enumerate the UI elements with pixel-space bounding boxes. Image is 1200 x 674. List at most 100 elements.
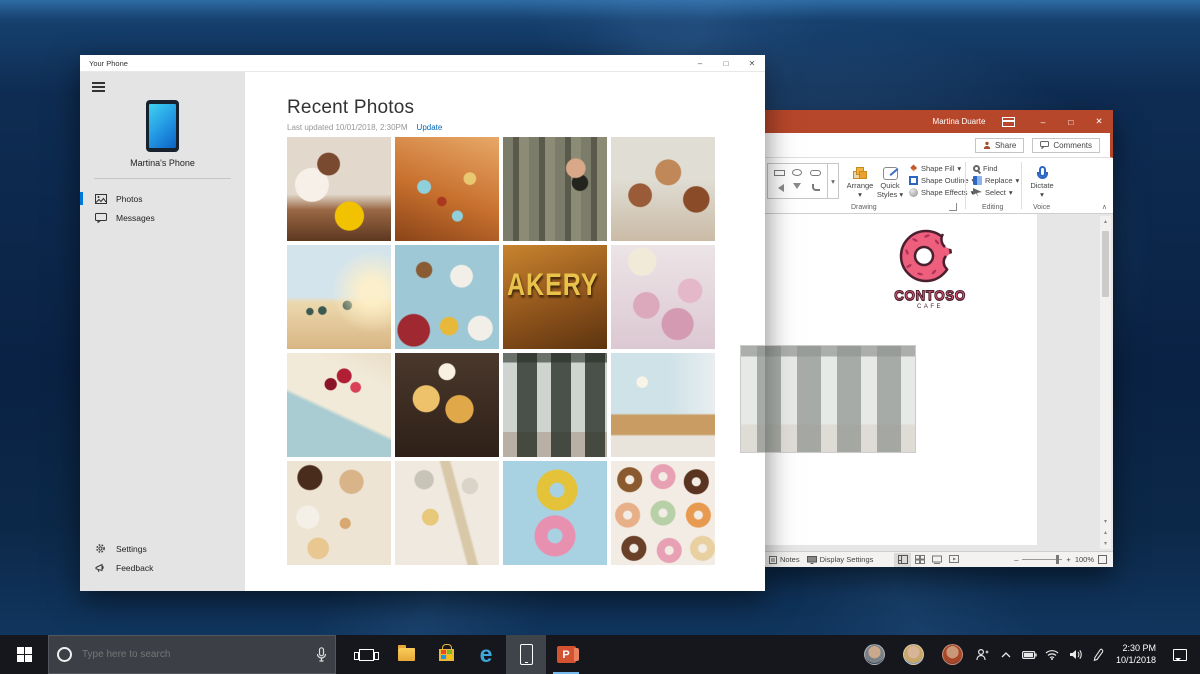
notes-button[interactable]: Notes [769, 555, 800, 564]
slideshow-view-button[interactable] [945, 553, 962, 567]
select-icon [973, 188, 982, 197]
hamburger-menu-icon[interactable] [92, 82, 105, 94]
ppt-vertical-scrollbar[interactable]: ▴ ▾ ▴ ▾ [1100, 216, 1111, 549]
drawing-dialog-launcher[interactable] [949, 203, 957, 211]
display-settings-button[interactable]: Display Settings [807, 555, 874, 564]
sidebar-item-photos[interactable]: Photos [80, 189, 245, 208]
task-view-button[interactable] [346, 635, 386, 674]
sidebar-item-settings[interactable]: Settings [80, 539, 245, 558]
contoso-cafe-logo[interactable]: CONTOSO CAFE [893, 226, 967, 310]
microphone-icon[interactable] [316, 647, 327, 662]
file-explorer-button[interactable] [386, 635, 426, 674]
photo-bulldog-with-yellow-ball[interactable] [287, 137, 391, 241]
photo-two-donuts-on-blue[interactable] [503, 461, 607, 565]
zoom-slider[interactable] [1022, 559, 1062, 560]
your-phone-window: Your Phone – □ ✕ Martina's Phone Photos [80, 55, 765, 591]
arrange-icon [853, 167, 867, 180]
photo-cafe-storefront[interactable] [503, 353, 607, 457]
powerpoint-taskbar-button[interactable]: P [546, 635, 586, 674]
rectangle-shape-icon[interactable] [774, 170, 785, 176]
comment-bubble-icon [1040, 141, 1049, 149]
zoom-in-button[interactable]: + [1066, 555, 1070, 564]
update-link[interactable]: Update [417, 123, 443, 132]
people-bar-avatar-3[interactable] [942, 644, 963, 665]
normal-view-button[interactable] [894, 553, 911, 567]
volume-icon[interactable] [1064, 635, 1087, 674]
left-arrow-shape-icon[interactable] [774, 184, 784, 192]
edge-button[interactable]: e [466, 635, 506, 674]
start-button[interactable] [0, 635, 48, 674]
photo-caramel-cupcakes[interactable] [395, 353, 499, 457]
oval-shape-icon[interactable] [792, 169, 802, 176]
people-bar-avatar-1[interactable] [864, 644, 885, 665]
scroll-up-icon[interactable]: ▴ [1104, 216, 1107, 227]
editing-group-label: Editing [982, 204, 1003, 211]
powerpoint-window-title: Martina Duarte [933, 117, 986, 126]
ppt-close-button[interactable]: ✕ [1085, 110, 1113, 133]
arrange-button[interactable]: Arrange ▾ [845, 163, 875, 199]
photo-eggs-and-baking-bowls[interactable] [287, 461, 391, 565]
shapes-gallery[interactable]: ▾ [767, 163, 839, 199]
dictate-button[interactable]: Dictate ▾ [1025, 163, 1059, 199]
photo-cafe-interior[interactable] [611, 353, 715, 457]
photo-family-on-beach[interactable] [287, 245, 391, 349]
find-button[interactable]: Find [973, 164, 1019, 173]
taskbar-clock[interactable]: 2:30 PM 10/1/2018 [1116, 643, 1156, 666]
replace-button[interactable]: Replace▾ [973, 176, 1019, 185]
reading-view-button[interactable] [928, 553, 945, 567]
photo-mother-with-two-children[interactable] [611, 137, 715, 241]
search-input[interactable] [72, 649, 316, 660]
photo-bakery-sign-letters[interactable]: AKERY [503, 245, 607, 349]
ppt-maximize-button[interactable]: □ [1057, 110, 1085, 133]
rounded-rectangle-shape-icon[interactable] [810, 170, 821, 176]
photo-wildflowers-at-sunset[interactable] [395, 137, 499, 241]
windows-ink-pen-icon[interactable] [1087, 635, 1110, 674]
powerpoint-titlebar[interactable]: Martina Duarte – □ ✕ [763, 110, 1113, 133]
people-button[interactable] [972, 635, 995, 674]
taskbar-search[interactable] [48, 635, 336, 674]
wifi-icon[interactable] [1041, 635, 1064, 674]
photo-assorted-donuts[interactable] [611, 461, 715, 565]
scroll-down-icon[interactable]: ▾ [1104, 516, 1107, 527]
photo-pink-meringues-with-coffee[interactable] [611, 245, 715, 349]
elbow-shape-icon[interactable] [812, 184, 820, 191]
sidebar-item-messages[interactable]: Messages [80, 208, 245, 227]
normal-view-icon [898, 555, 908, 564]
yp-maximize-button[interactable]: □ [713, 55, 739, 71]
collapse-ribbon-button[interactable]: ∧ [1102, 203, 1107, 211]
slide-sorter-view-button[interactable] [911, 553, 928, 567]
dragged-photo-ghost[interactable] [740, 345, 916, 453]
people-bar-avatar-2[interactable] [903, 644, 924, 665]
photo-baking-utensils-flour[interactable] [395, 461, 499, 565]
microsoft-store-button[interactable] [426, 635, 466, 674]
previous-slide-icon[interactable]: ▴ [1104, 527, 1107, 538]
powerpoint-icon: P [557, 646, 576, 663]
quick-styles-button[interactable]: Quick Styles ▾ [875, 163, 905, 199]
zoom-out-button[interactable]: – [1014, 555, 1018, 564]
your-phone-taskbar-button[interactable] [506, 635, 546, 674]
donut-logo-icon [893, 226, 967, 288]
ppt-share-row: Share Comments [763, 133, 1113, 158]
show-hidden-icons-chevron[interactable] [995, 635, 1018, 674]
select-button[interactable]: Select▾ [973, 188, 1019, 197]
photo-feet-on-tree-trunk[interactable] [503, 137, 607, 241]
scrollbar-thumb[interactable] [1102, 231, 1109, 297]
yp-minimize-button[interactable]: – [687, 55, 713, 71]
ppt-minimize-button[interactable]: – [1029, 110, 1057, 133]
shapes-gallery-more-button[interactable]: ▾ [827, 164, 838, 198]
your-phone-titlebar[interactable]: Your Phone – □ ✕ [80, 55, 765, 72]
ribbon-display-options-icon[interactable] [1002, 117, 1015, 127]
zoom-slider-thumb[interactable] [1056, 555, 1059, 564]
next-slide-icon[interactable]: ▾ [1104, 538, 1107, 549]
down-arrow-shape-icon[interactable] [793, 183, 801, 193]
yp-close-button[interactable]: ✕ [739, 55, 765, 71]
store-icon [439, 649, 454, 661]
sidebar-item-feedback[interactable]: Feedback [80, 558, 245, 577]
photo-baking-ingredients-blue-table[interactable] [395, 245, 499, 349]
photo-berry-cheesecake[interactable] [287, 353, 391, 457]
action-center-button[interactable] [1164, 635, 1200, 674]
comments-button[interactable]: Comments [1032, 138, 1100, 153]
fit-slide-to-window-button[interactable] [1098, 555, 1107, 564]
share-button[interactable]: Share [975, 138, 1024, 153]
battery-icon[interactable] [1018, 635, 1041, 674]
